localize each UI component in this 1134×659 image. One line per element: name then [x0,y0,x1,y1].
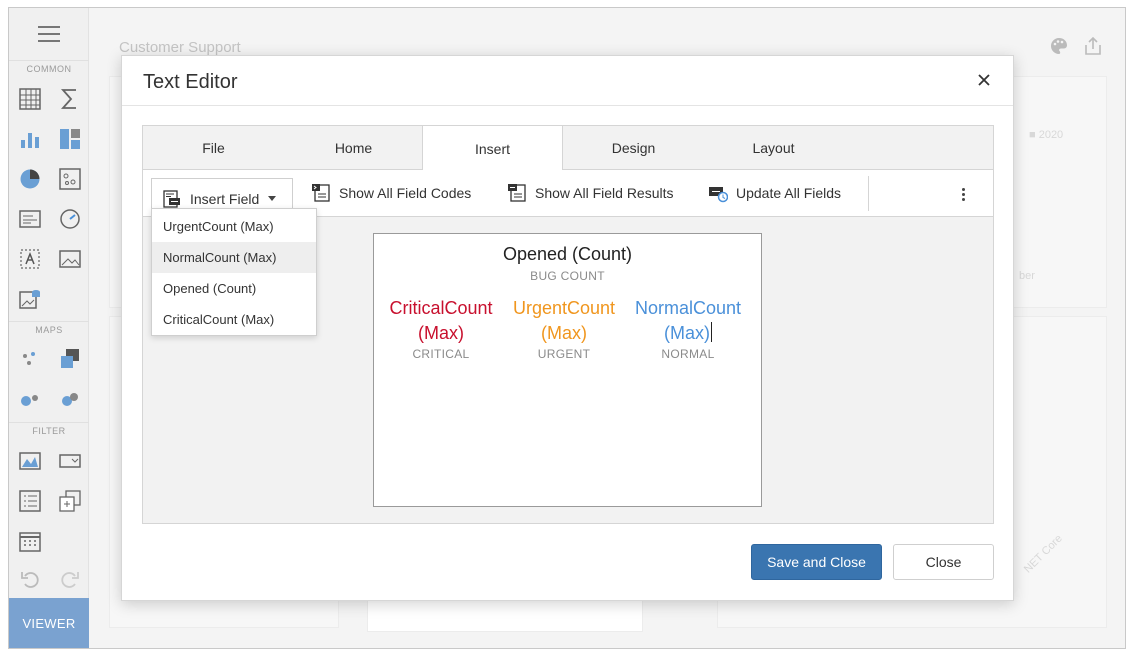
dashboard-actions [1049,36,1103,61]
bound-image-icon[interactable] [19,288,41,310]
doc-subtitle: BUG COUNT [530,269,605,283]
save-and-close-button[interactable]: Save and Close [751,544,882,580]
image-icon[interactable] [59,248,81,270]
tab-file[interactable]: File [143,126,284,170]
metric-value-line1: CriticalCount [389,298,493,318]
redo-icon[interactable] [59,568,81,590]
metric-value-line1: UrgentCount [512,298,616,318]
metric-critical: CriticalCount (Max) CRITICAL [381,296,501,361]
card-icon[interactable] [19,208,41,230]
doc-title: Opened (Count) [502,244,633,264]
metric-value-line2: (Max) [664,323,710,343]
viewer-button[interactable]: VIEWER [9,598,89,648]
grid-icon[interactable] [19,88,41,110]
insert-field-icon [163,189,180,208]
text-box-icon[interactable] [19,248,41,270]
section-maps: MAPS [9,321,89,335]
tab-insert[interactable]: Insert [422,126,563,171]
divider [122,105,1013,106]
tab-home[interactable]: Home [283,126,424,170]
choropleth-icon[interactable] [59,348,81,370]
dropdown-item-normalcount[interactable]: NormalCount (Max) [152,242,316,273]
dropdown-item-criticalcount[interactable]: CriticalCount (Max) [152,304,316,335]
group-icon[interactable] [59,490,81,512]
close-icon[interactable] [973,69,995,91]
scatter-icon[interactable] [59,168,81,190]
text-editor-dialog: Text Editor File Home Insert Design Layo… [121,55,1014,601]
tab-design[interactable]: Design [563,126,704,170]
pie-map-icon[interactable] [59,388,81,410]
metric-label: CRITICAL [412,347,470,361]
dropdown-item-opened[interactable]: Opened (Count) [152,273,316,304]
dropdown-item-urgentcount[interactable]: UrgentCount (Max) [152,211,316,242]
close-button[interactable]: Close [893,544,994,580]
undo-icon[interactable] [19,568,41,590]
treemap-icon[interactable] [59,128,81,150]
insert-field-label: Insert Field [190,190,260,207]
document-page[interactable]: Opened (Count) BUG COUNT CriticalCount (… [373,233,762,507]
list-box-icon[interactable] [19,490,41,512]
metric-label: URGENT [537,347,591,361]
rich-text-editor: File Home Insert Design Layout Insert Fi… [142,125,994,524]
tab-layout[interactable]: Layout [703,126,844,170]
metric-value-line1: NormalCount [634,298,742,318]
show-field-results-label: Show All Field Results [535,185,674,201]
text-cursor [711,322,712,342]
show-field-codes-button[interactable]: Show All Field Codes [311,178,471,208]
bar-chart-icon[interactable] [19,128,41,150]
chevron-down-icon [268,196,277,201]
pie-chart-icon[interactable] [19,168,41,190]
metric-value-line2: (Max) [418,323,464,343]
section-filter: FILTER [9,422,89,436]
field-results-icon [508,184,526,202]
show-field-results-button[interactable]: Show All Field Results [507,178,674,208]
more-options-icon[interactable] [953,184,973,204]
update-fields-button[interactable]: Update All Fields [708,178,841,208]
range-filter-icon[interactable] [19,450,41,472]
geo-points-icon[interactable] [19,348,41,370]
gauge-icon[interactable] [59,208,81,230]
axis-label: ber [1019,270,1035,282]
metric-normal: NormalCount (Max) NORMAL [628,296,748,361]
metric-value-line2: (Max) [541,323,587,343]
menu-icon[interactable] [38,26,60,42]
divider [868,176,869,211]
show-field-codes-label: Show All Field Codes [339,185,472,201]
sum-icon[interactable] [59,88,81,110]
export-icon[interactable] [1083,36,1103,61]
section-common: COMMON [9,60,89,74]
date-filter-icon[interactable] [19,530,41,552]
toolbox: COMMON MAPS FILTER VIEWER [9,8,89,648]
insert-field-dropdown: UrgentCount (Max) NormalCount (Max) Open… [151,208,317,336]
dialog-title: Text Editor [143,71,238,93]
field-codes-icon [312,184,330,202]
update-fields-icon [709,187,728,203]
bubble-map-icon[interactable] [19,388,41,410]
dashboard-title: Customer Support [119,39,241,56]
combo-box-icon[interactable] [59,450,81,472]
update-fields-label: Update All Fields [736,185,842,201]
palette-icon[interactable] [1049,36,1069,61]
legend-2020: ■ 2020 [1029,129,1064,141]
ribbon-tabs: File Home Insert Design Layout [143,126,993,171]
metric-label: NORMAL [661,347,715,361]
metric-urgent: UrgentCount (Max) URGENT [504,296,624,361]
